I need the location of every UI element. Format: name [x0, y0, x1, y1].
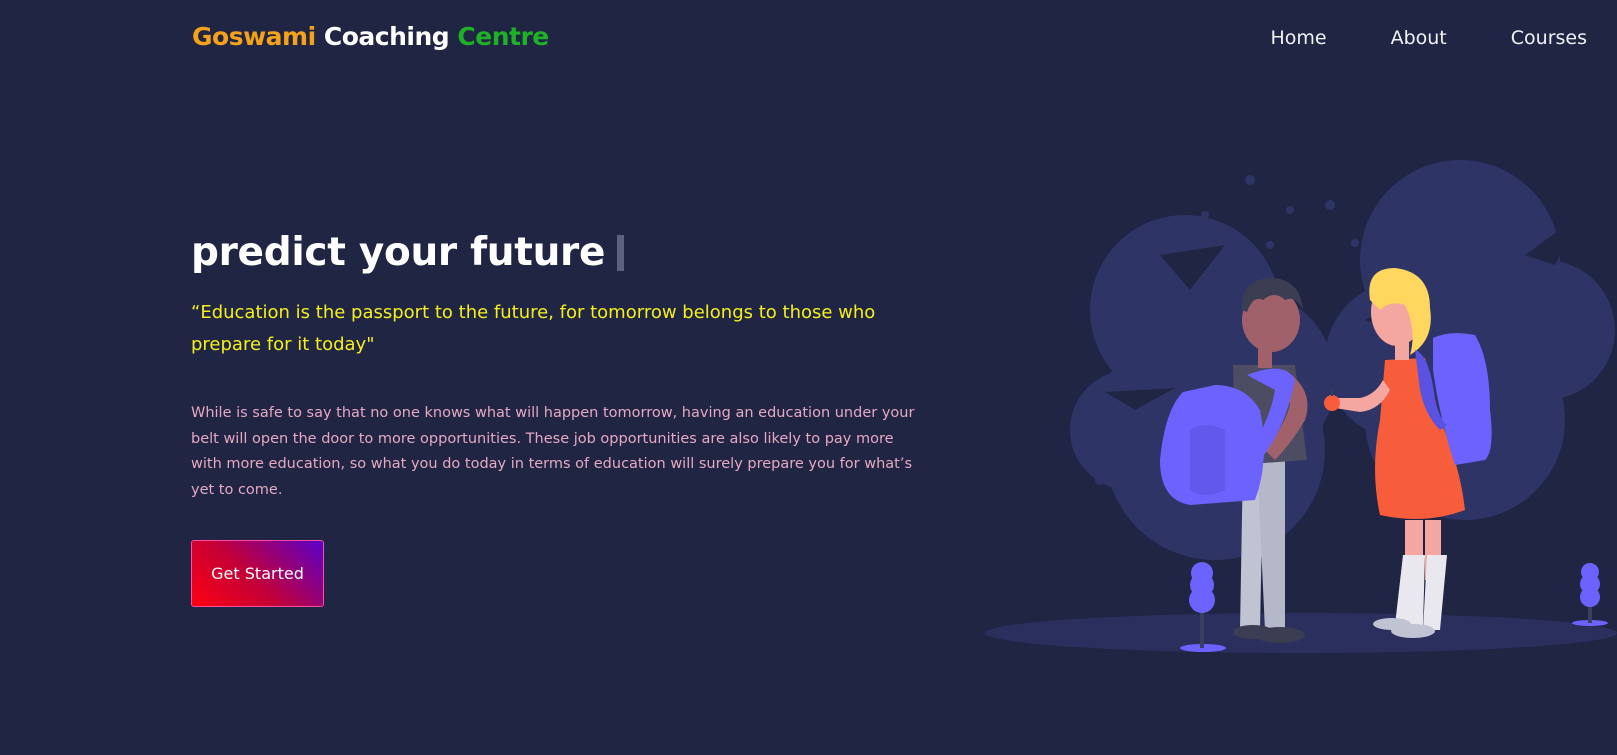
- hero-description: While is safe to say that no one knows w…: [191, 405, 915, 498]
- hero-title: predict your future: [191, 230, 625, 275]
- nav-links: Home About Courses: [1206, 27, 1587, 49]
- nav-link-about[interactable]: About: [1391, 27, 1447, 49]
- hero-title-text: predict your future: [191, 230, 606, 275]
- hero-quote: “Education is the passport to the future…: [191, 302, 876, 355]
- students-with-backpacks-illustration-icon: [985, 160, 1617, 653]
- brand-word-goswami: Goswami: [192, 22, 316, 51]
- typing-cursor: [617, 235, 625, 271]
- brand-word-centre: Centre: [457, 22, 549, 51]
- brand-word-coaching: Coaching: [323, 22, 450, 51]
- brand-logo[interactable]: Goswami Coaching Centre: [192, 22, 549, 51]
- nav-link-home[interactable]: Home: [1270, 27, 1326, 49]
- nav-link-courses[interactable]: Courses: [1511, 27, 1587, 49]
- get-started-button[interactable]: Get Started: [191, 540, 324, 607]
- navbar: Goswami Coaching Centre Home About Cours…: [0, 0, 1617, 78]
- students-illustration: [985, 160, 1617, 660]
